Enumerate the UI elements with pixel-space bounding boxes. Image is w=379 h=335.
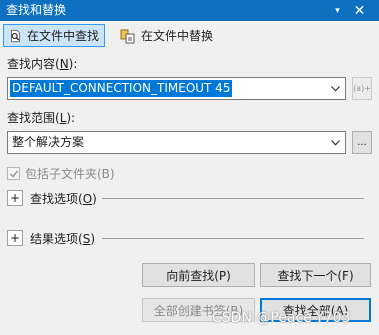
title-bar: 查找和替换 ▾ ✕ — [0, 0, 379, 21]
window-title: 查找和替换 — [6, 3, 67, 17]
find-options-divider — [102, 198, 364, 199]
include-subfolders-checkbox-row[interactable]: 包括子文件夹(B) — [7, 165, 115, 182]
find-what-label: 查找内容(N): — [7, 57, 78, 71]
find-options-section[interactable]: + 查找选项(O) — [7, 188, 364, 208]
look-in-label: 查找范围(L): — [7, 111, 76, 125]
find-previous-button[interactable]: 向前查找(P) — [142, 263, 255, 287]
result-options-label: 结果选项(S) — [30, 231, 95, 246]
tab-replace-in-files-label: 在文件中替换 — [141, 29, 214, 43]
tab-find-in-files-label: 在文件中查找 — [26, 29, 99, 43]
regex-button[interactable]: (a)+ — [352, 77, 372, 100]
look-in-combobox[interactable]: 整个解决方案 — [7, 131, 346, 154]
watermark: CSDN @Peace-Y703 — [212, 310, 351, 326]
find-what-combobox[interactable]: DEFAULT_CONNECTION_TIMEOUT 45 — [7, 77, 346, 100]
look-in-value: 整个解决方案 — [12, 135, 85, 149]
find-next-button[interactable]: 查找下一个(F) — [260, 263, 371, 287]
include-subfolders-checkbox[interactable] — [7, 167, 20, 180]
browse-button[interactable]: ... — [352, 131, 372, 154]
result-options-section[interactable]: + 结果选项(S) — [7, 228, 364, 248]
replace-in-files-icon — [120, 29, 135, 43]
chevron-down-icon[interactable] — [327, 80, 343, 97]
tab-find-in-files[interactable]: 在文件中查找 — [3, 24, 105, 47]
chevron-down-icon[interactable] — [327, 134, 343, 151]
checkmark-icon — [9, 170, 19, 178]
result-options-divider — [102, 238, 364, 239]
find-what-input[interactable]: DEFAULT_CONNECTION_TIMEOUT 45 — [10, 80, 233, 97]
include-subfolders-label: 包括子文件夹(B) — [25, 167, 115, 181]
window-position-dropdown-button[interactable]: ▾ — [329, 2, 346, 19]
find-in-files-icon — [11, 29, 20, 42]
result-options-expander[interactable]: + — [7, 230, 23, 246]
tab-replace-in-files[interactable]: 在文件中替换 — [115, 24, 225, 47]
find-options-expander[interactable]: + — [7, 190, 23, 206]
tab-bar: 在文件中查找 在文件中替换 — [0, 21, 379, 49]
close-button[interactable]: ✕ — [351, 2, 368, 19]
find-options-label: 查找选项(O) — [30, 191, 97, 206]
